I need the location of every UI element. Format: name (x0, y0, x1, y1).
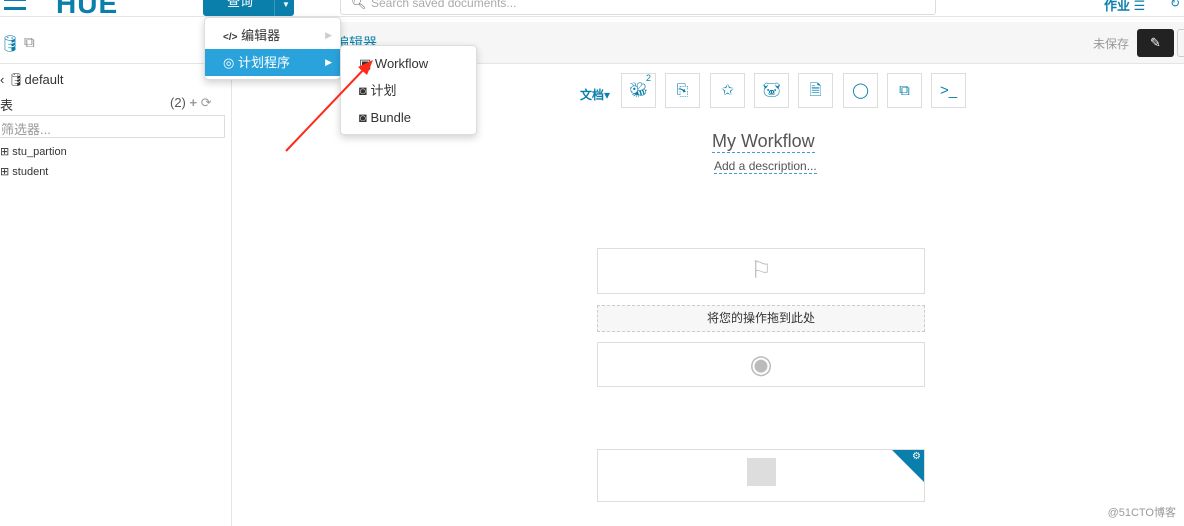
tables-label: 表 (0, 98, 14, 113)
file-action-button[interactable]: 🗎 (798, 73, 833, 108)
search-input[interactable]: 🔍︎ Search saved documents... (340, 0, 936, 15)
hive-action-button[interactable]: 🐝︎ 2 (621, 73, 656, 108)
database-icon: 🛢︎ (7, 72, 25, 87)
table-filter-input[interactable]: 筛选器... (0, 115, 225, 138)
back-icon[interactable]: ‹ (0, 72, 4, 87)
jobs-link[interactable]: 作业 ☰ (1104, 0, 1145, 14)
code-file-icon: ⎘ (676, 82, 689, 99)
documents-dropdown[interactable]: 文档▾ (580, 86, 610, 103)
terminal-icon: >_ (939, 82, 958, 99)
database-icon[interactable]: 🛢︎ (0, 34, 20, 54)
query-button[interactable]: 查询 ▼ (203, 0, 294, 16)
copy-icon[interactable]: ⧉ (24, 34, 35, 51)
code-icon: </> (223, 32, 238, 43)
kill-node: ⚙ (597, 449, 925, 502)
gears-icon[interactable]: ⚙ (912, 451, 921, 462)
document-action-button[interactable]: ⎘ (665, 73, 700, 108)
copy-icon: ⧉ (899, 82, 910, 99)
unsaved-status: 未保存 (1093, 37, 1130, 51)
caret-down-icon[interactable]: ▼ (282, 0, 290, 13)
search-icon: 🔍︎ (351, 0, 367, 10)
pig-icon: 🐷︎ (761, 82, 782, 99)
workflow-title[interactable]: My Workflow (712, 131, 815, 153)
pig-action-button[interactable]: 🐷︎ (754, 73, 789, 108)
menu-item-editor[interactable]: </> 编辑器 ▶ (205, 22, 340, 49)
file-thermometer-icon: 🗎 (809, 82, 822, 99)
scheduler-icon: ◎ (223, 55, 235, 70)
target-icon: ◉ (749, 349, 773, 379)
table-item[interactable]: ⊞ stu_partion (0, 145, 67, 158)
circle-action-button[interactable]: ◯ (843, 73, 878, 108)
shell-action-button[interactable]: >_ (931, 73, 966, 108)
workflow-description[interactable]: Add a description... (714, 159, 817, 174)
refresh-icon[interactable]: ⟳ (201, 95, 212, 110)
start-node: ⚐ (597, 248, 925, 294)
add-icon[interactable]: + (190, 95, 198, 110)
spark-action-button[interactable]: ✩ (710, 73, 745, 108)
end-node: ◉ (597, 342, 925, 387)
more-button[interactable] (1177, 29, 1184, 57)
circle-icon: ◯ (852, 82, 869, 99)
copy-action-button[interactable]: ⧉ (887, 73, 922, 108)
drop-zone[interactable]: 将您的操作拖到此处 (597, 305, 925, 332)
database-selector[interactable]: ‹ 🛢︎default (0, 72, 64, 88)
hamburger-menu-icon[interactable] (4, 0, 26, 10)
tables-actions: (2) + ⟳ (170, 95, 212, 110)
hue-logo[interactable]: HUE (56, 0, 118, 20)
watermark: @51CTO博客 (1107, 507, 1176, 519)
flag-icon: ⚐ (750, 257, 772, 284)
placeholder-square (747, 458, 776, 486)
table-item[interactable]: ⊞ student (0, 165, 48, 178)
edit-button[interactable]: ✎ (1137, 29, 1174, 57)
history-icon[interactable]: ↻ (1170, 0, 1180, 10)
list-icon: ☰ (1133, 0, 1146, 13)
pencil-icon: ✎ (1150, 35, 1161, 50)
spark-icon: ✩ (721, 82, 734, 99)
annotation-arrow (285, 60, 373, 152)
